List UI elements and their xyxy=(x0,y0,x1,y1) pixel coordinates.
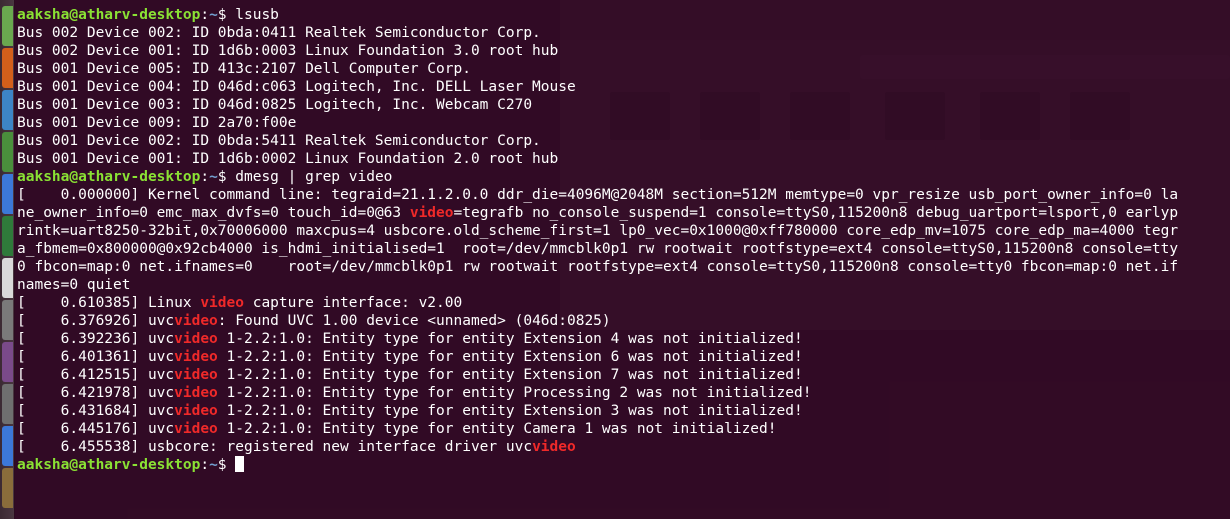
launcher-app-icon[interactable] xyxy=(2,6,13,46)
prompt-path: ~ xyxy=(209,169,218,185)
terminal-prompt-line: aaksha@atharv-desktop:~$ dmesg | grep vi… xyxy=(17,168,1230,186)
command-text: lsusb xyxy=(235,7,279,23)
output-text-segment: capture interface: v2.00 xyxy=(243,295,463,311)
terminal-output-line: [ 0.610385] Linux video capture interfac… xyxy=(17,294,1230,312)
output-text-segment: [ 6.455538] usbcore: registered new inte… xyxy=(17,439,533,455)
terminal-output-line: [ 6.401361] uvcvideo 1-2.2:1.0: Entity t… xyxy=(17,348,1230,366)
output-text-segment: =tegrafb no_console_suspend=1 console=tt… xyxy=(453,205,1179,221)
output-text-segment: 1-2.2:1.0: Entity type for entity Proces… xyxy=(217,385,812,401)
terminal-window[interactable]: aaksha@atharv-desktop:~$ lsusb Bus 002 De… xyxy=(14,0,1230,519)
launcher-app-icon[interactable] xyxy=(2,174,13,214)
prompt-path: ~ xyxy=(209,7,218,23)
prompt-user-host: aaksha@atharv-desktop xyxy=(17,169,201,185)
grep-match-highlight: video xyxy=(174,367,218,383)
grep-match-highlight: video xyxy=(174,421,218,437)
command-text: dmesg | grep video xyxy=(235,169,393,185)
output-text-segment: 1-2.2:1.0: Entity type for entity Extens… xyxy=(217,331,803,347)
launcher-app-icon[interactable] xyxy=(2,468,13,508)
output-text-segment: : Found UVC 1.00 device <unnamed> (046d:… xyxy=(217,313,611,329)
prompt-user-host: aaksha@atharv-desktop xyxy=(17,457,201,473)
output-text-segment: 0 fbcon=map:0 net.ifnames=0 root=/dev/mm… xyxy=(17,259,1179,275)
terminal-output-line: 0 fbcon=map:0 net.ifnames=0 root=/dev/mm… xyxy=(17,258,1230,276)
output-text-segment: [ 6.376926] uvc xyxy=(17,313,175,329)
launcher-app-icon[interactable] xyxy=(2,426,13,466)
terminal-output-line: [ 6.421978] uvcvideo 1-2.2:1.0: Entity t… xyxy=(17,384,1230,402)
output-text-segment: [ 6.412515] uvc xyxy=(17,367,175,383)
terminal-output-line: Bus 001 Device 004: ID 046d:c063 Logitec… xyxy=(17,79,576,95)
terminal-prompt-line: aaksha@atharv-desktop:~$ xyxy=(17,456,1230,474)
output-text-segment: [ 6.392236] uvc xyxy=(17,331,175,347)
grep-match-highlight: video xyxy=(174,385,218,401)
launcher-app-icon[interactable] xyxy=(2,258,13,298)
output-text-segment: 1-2.2:1.0: Entity type for entity Extens… xyxy=(217,349,803,365)
launcher-app-icon[interactable] xyxy=(2,90,13,130)
grep-match-highlight: video xyxy=(200,295,244,311)
prompt-symbol: $ xyxy=(217,7,236,23)
terminal-output-line: a_fbmem=0x800000@0x92cb4000 is_hdmi_init… xyxy=(17,240,1230,258)
terminal-output-line: Bus 001 Device 003: ID 046d:0825 Logitec… xyxy=(17,97,533,113)
output-text-segment: [ 0.610385] Linux xyxy=(17,295,201,311)
launcher-app-icon[interactable] xyxy=(2,216,13,256)
prompt-path: ~ xyxy=(209,457,218,473)
prompt-symbol: $ xyxy=(217,457,236,473)
grep-match-highlight: video xyxy=(174,403,218,419)
terminal-output-line: Bus 001 Device 009: ID 2a70:f00e xyxy=(17,115,297,131)
output-text-segment: ne_owner_info=0 emc_max_dvfs=0 touch_id=… xyxy=(17,205,410,221)
grep-match-highlight: video xyxy=(174,349,218,365)
terminal-output-line: [ 6.455538] usbcore: registered new inte… xyxy=(17,438,1230,456)
prompt-separator: : xyxy=(200,7,210,23)
desktop-screen: aaksha@atharv-desktop:~$ lsusb Bus 002 De… xyxy=(0,0,1230,519)
terminal-output-line: names=0 quiet xyxy=(17,276,1230,294)
terminal-cursor[interactable] xyxy=(235,456,245,472)
terminal-output-line: Bus 001 Device 002: ID 0bda:5411 Realtek… xyxy=(17,133,541,149)
terminal-output-line: [ 6.445176] uvcvideo 1-2.2:1.0: Entity t… xyxy=(17,420,1230,438)
launcher-bar xyxy=(0,0,15,519)
prompt-user-host: aaksha@atharv-desktop xyxy=(17,7,201,23)
prompt-symbol: $ xyxy=(217,169,236,185)
prompt-separator: : xyxy=(200,169,210,185)
output-text-segment: [ 6.421978] uvc xyxy=(17,385,175,401)
launcher-app-icon[interactable] xyxy=(2,342,13,382)
launcher-app-icon[interactable] xyxy=(2,48,13,88)
grep-match-highlight: video xyxy=(174,331,218,347)
launcher-app-icon[interactable] xyxy=(2,132,13,172)
output-text-segment: [ 6.401361] uvc xyxy=(17,349,175,365)
output-text-segment: [ 0.000000] Kernel command line: tegraid… xyxy=(17,187,1179,203)
terminal-output-line: rintk=uart8250-32bit,0x70006000 maxcpus=… xyxy=(17,222,1230,240)
output-text-segment: [ 6.431684] uvc xyxy=(17,403,175,419)
terminal-output-line: [ 6.376926] uvcvideo: Found UVC 1.00 dev… xyxy=(17,312,1230,330)
grep-match-highlight: video xyxy=(532,439,576,455)
terminal-output-line: ne_owner_info=0 emc_max_dvfs=0 touch_id=… xyxy=(17,204,1230,222)
output-text-segment: 1-2.2:1.0: Entity type for entity Camera… xyxy=(217,421,777,437)
output-text-segment: rintk=uart8250-32bit,0x70006000 maxcpus=… xyxy=(17,223,1179,239)
output-text-segment: [ 6.445176] uvc xyxy=(17,421,175,437)
output-text-segment: 1-2.2:1.0: Entity type for entity Extens… xyxy=(217,403,803,419)
grep-match-highlight: video xyxy=(174,313,218,329)
terminal-output-line: [ 6.431684] uvcvideo 1-2.2:1.0: Entity t… xyxy=(17,402,1230,420)
launcher-app-icon[interactable] xyxy=(2,384,13,424)
terminal-output-line: Bus 001 Device 005: ID 413c:2107 Dell Co… xyxy=(17,61,471,77)
launcher-app-icon[interactable] xyxy=(2,300,13,340)
output-text-segment: 1-2.2:1.0: Entity type for entity Extens… xyxy=(217,367,803,383)
grep-match-highlight: video xyxy=(409,205,454,221)
output-text-segment: a_fbmem=0x800000@0x92cb4000 is_hdmi_init… xyxy=(17,241,1179,257)
terminal-output-line: [ 6.412515] uvcvideo 1-2.2:1.0: Entity t… xyxy=(17,366,1230,384)
terminal-prompt-line: aaksha@atharv-desktop:~$ lsusb xyxy=(17,6,1230,24)
terminal-output-line: Bus 001 Device 001: ID 1d6b:0002 Linux F… xyxy=(17,151,559,167)
terminal-output-line: [ 6.392236] uvcvideo 1-2.2:1.0: Entity t… xyxy=(17,330,1230,348)
terminal-output-line: Bus 002 Device 002: ID 0bda:0411 Realtek… xyxy=(17,25,541,41)
terminal-output-line: [ 0.000000] Kernel command line: tegraid… xyxy=(17,186,1230,204)
terminal-output-line: Bus 002 Device 001: ID 1d6b:0003 Linux F… xyxy=(17,43,559,59)
output-text-segment: names=0 quiet xyxy=(17,277,131,293)
prompt-separator: : xyxy=(200,457,210,473)
